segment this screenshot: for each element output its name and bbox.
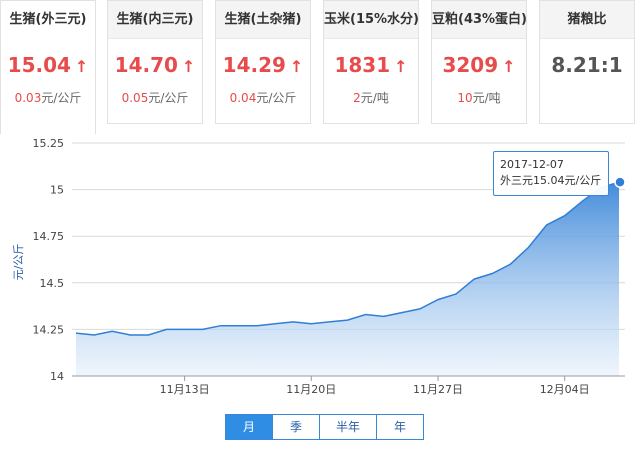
y-tick-label: 15.25 bbox=[33, 137, 65, 150]
up-arrow-icon: ↑ bbox=[181, 57, 196, 76]
card-value: 15.04 ↑ bbox=[7, 53, 89, 77]
card-change: 0.05元/公斤 bbox=[121, 91, 189, 105]
y-tick-label: 14.75 bbox=[33, 230, 65, 243]
price-area bbox=[76, 182, 619, 376]
card-value: 1831 ↑ bbox=[334, 53, 408, 77]
card-title: 豆粕(43%蛋白) bbox=[432, 1, 526, 39]
card-title: 玉米(15%水分) bbox=[324, 1, 418, 39]
x-tick-label: 11月20日 bbox=[286, 383, 336, 396]
card-title: 生猪(外三元) bbox=[1, 1, 95, 39]
y-axis-label: 元/公斤 bbox=[12, 244, 25, 281]
card-corn[interactable]: 玉米(15%水分) 1831 ↑ 2元/吨 bbox=[323, 0, 419, 124]
card-change: 2元/吨 bbox=[353, 91, 389, 105]
card-title: 生猪(土杂猪) bbox=[216, 1, 310, 39]
up-arrow-icon: ↑ bbox=[74, 57, 89, 76]
card-title: 猪粮比 bbox=[540, 1, 634, 39]
up-arrow-icon: ↑ bbox=[502, 57, 516, 76]
x-tick-label: 11月27日 bbox=[413, 383, 463, 396]
card-soymeal[interactable]: 豆粕(43%蛋白) 3209 ↑ 10元/吨 bbox=[431, 0, 527, 124]
range-selector: 月 季 半年 年 bbox=[225, 414, 424, 440]
tooltip-date: 2017-12-07 bbox=[500, 158, 564, 171]
y-tick-label: 14.25 bbox=[33, 323, 65, 336]
card-change: 10元/吨 bbox=[457, 91, 501, 105]
card-pig-neisanyuan[interactable]: 生猪(内三元) 14.70 ↑ 0.05元/公斤 bbox=[107, 0, 203, 124]
up-arrow-icon: ↑ bbox=[394, 57, 408, 76]
price-cards: 生猪(外三元) 15.04 ↑ 0.03元/公斤 生猪(内三元) 14.70 ↑ 0… bbox=[0, 0, 640, 134]
y-tick-label: 15 bbox=[50, 184, 64, 197]
chart-tooltip: 2017-12-07 外三元15.04元/公斤 bbox=[493, 151, 609, 196]
tooltip-value: 外三元15.04元/公斤 bbox=[500, 174, 602, 187]
x-tick-label: 11月13日 bbox=[160, 383, 210, 396]
range-halfyear-button[interactable]: 半年 bbox=[319, 414, 377, 440]
up-arrow-icon: ↑ bbox=[289, 57, 304, 76]
x-tick-labels: 11月13日 11月20日 11月27日 12月04日 bbox=[160, 376, 590, 396]
card-value: 14.29 ↑ bbox=[222, 53, 304, 77]
card-value: 14.70 ↑ bbox=[114, 53, 196, 77]
x-tick-label: 12月04日 bbox=[540, 383, 590, 396]
y-tick-label: 14 bbox=[50, 370, 64, 383]
card-value: 3209 ↑ bbox=[442, 53, 516, 77]
range-quarter-button[interactable]: 季 bbox=[272, 414, 320, 440]
card-pig-tuzazhu[interactable]: 生猪(土杂猪) 14.29 ↑ 0.04元/公斤 bbox=[215, 0, 311, 124]
card-pig-waisanyuan[interactable]: 生猪(外三元) 15.04 ↑ 0.03元/公斤 bbox=[0, 0, 96, 134]
card-value: 8.21:1 bbox=[551, 53, 623, 77]
card-change: 0.04元/公斤 bbox=[229, 91, 297, 105]
y-tick-labels: 15.25 15 14.75 14.5 14.25 14 bbox=[33, 137, 65, 383]
card-pig-grain-ratio[interactable]: 猪粮比 8.21:1 bbox=[539, 0, 635, 124]
card-title: 生猪(内三元) bbox=[108, 1, 202, 39]
y-tick-label: 14.5 bbox=[40, 277, 65, 290]
highlighted-point[interactable] bbox=[614, 176, 626, 188]
card-change: 0.03元/公斤 bbox=[14, 91, 82, 105]
range-month-button[interactable]: 月 bbox=[225, 414, 273, 440]
range-year-button[interactable]: 年 bbox=[376, 414, 424, 440]
